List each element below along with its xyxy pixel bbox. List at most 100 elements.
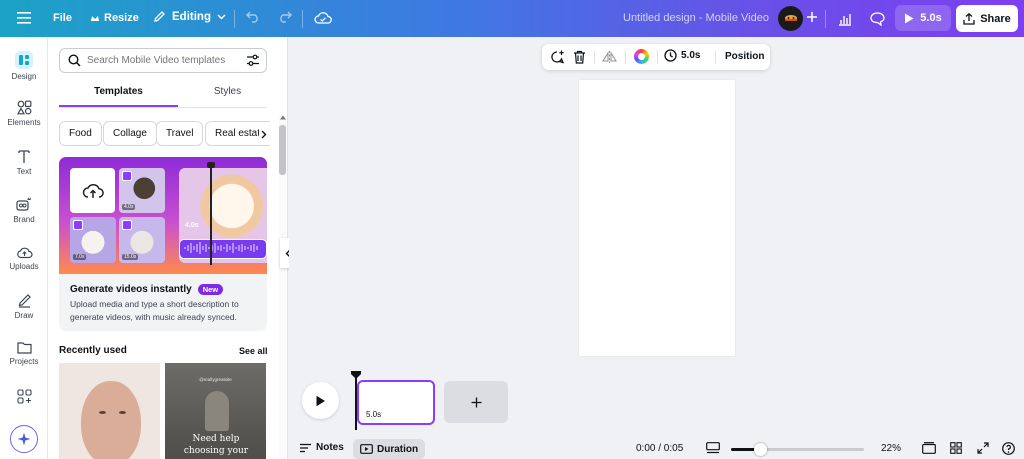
check-icon (122, 220, 132, 230)
tab-label: Styles (213, 86, 242, 97)
play-button[interactable]: 5.0s (895, 5, 951, 31)
divider (234, 10, 235, 28)
trash-icon[interactable] (573, 50, 586, 64)
cloud-saved-icon[interactable] (314, 11, 332, 24)
redo-icon[interactable] (278, 11, 292, 23)
editor-area: 5.0s Position 5.0s (289, 37, 1024, 459)
filter-sliders-icon[interactable] (246, 54, 260, 67)
timeline-page-clip[interactable]: 5.0s (357, 380, 435, 425)
chip-collage[interactable]: Collage (103, 121, 157, 146)
editing-mode-dropdown[interactable]: Editing (153, 10, 226, 23)
chevron-right-icon[interactable] (259, 127, 269, 141)
zoom-slider-thumb[interactable] (754, 443, 767, 456)
sparkle-icon (17, 432, 31, 446)
sidebar-item-design[interactable]: Design (0, 51, 48, 81)
duration-button[interactable]: 5.0s (664, 49, 700, 62)
color-picker-icon[interactable] (634, 49, 649, 64)
flip-icon[interactable] (602, 51, 617, 63)
share-button[interactable]: Share (956, 5, 1018, 32)
face-eye (99, 411, 106, 414)
dog-thumbnail: 7.0s (70, 217, 116, 263)
help-icon[interactable] (1002, 442, 1015, 455)
divider (715, 50, 716, 64)
sidebar-item-elements[interactable]: Elements (0, 100, 48, 127)
pages-icon[interactable] (922, 442, 936, 454)
play-icon (315, 395, 326, 407)
resize-button[interactable]: Resize (90, 12, 139, 24)
notes-button[interactable]: Notes (299, 442, 344, 453)
pencil-icon (153, 10, 166, 23)
position-button[interactable]: Position (725, 51, 764, 62)
draw-icon (17, 293, 32, 308)
duration-label: Duration (377, 443, 419, 455)
scroll-up-arrow-icon[interactable] (280, 115, 286, 120)
zoom-slider[interactable] (731, 443, 864, 456)
play-duration-label: 5.0s (920, 12, 942, 24)
clip-time-label: 4.0s (185, 222, 199, 229)
tab-styles[interactable]: Styles (168, 86, 287, 106)
recently-used-title: Recently used (59, 345, 127, 356)
file-menu-button[interactable]: File (53, 12, 72, 24)
playhead-marker-icon[interactable] (351, 371, 361, 379)
check-icon (122, 171, 132, 181)
search-bar[interactable] (59, 48, 267, 73)
duration-toggle-button[interactable]: Duration (353, 439, 426, 459)
sidebar-item-projects[interactable]: Projects (0, 341, 48, 366)
see-all-link[interactable]: See all (239, 346, 268, 356)
zoom-percentage[interactable]: 22% (881, 443, 901, 454)
divider (657, 50, 658, 64)
sidebar-item-apps[interactable] (0, 389, 48, 404)
elements-icon (16, 100, 32, 115)
grid-view-icon[interactable] (950, 442, 962, 454)
magic-ai-button[interactable] (10, 425, 38, 453)
sidebar-item-label: Projects (9, 357, 39, 366)
avatar[interactable] (778, 6, 803, 31)
chip-food[interactable]: Food (59, 121, 102, 146)
fullscreen-icon[interactable] (977, 442, 989, 454)
resize-label: Resize (104, 12, 139, 24)
playhead-knob (207, 162, 215, 168)
tab-templates[interactable]: Templates (59, 86, 178, 106)
thumb-time-label: 4.0s (122, 204, 136, 210)
sidebar-item-draw[interactable]: Draw (0, 293, 48, 320)
sidebar-item-label: Brand (13, 215, 35, 224)
search-input[interactable] (87, 55, 237, 66)
divider (594, 50, 595, 64)
color-picker-center (638, 53, 645, 60)
design-title[interactable]: Untitled design - Mobile Video (623, 12, 769, 24)
promo-image: 4.0s 7.0s 15.0s 4.0s (59, 157, 267, 274)
comment-icon[interactable] (867, 10, 887, 28)
recent-design-thumbnail[interactable] (59, 363, 160, 459)
panel-scrollbar-thumb[interactable] (279, 125, 286, 175)
page-view-icon[interactable] (706, 442, 720, 454)
promo-card[interactable]: 4.0s 7.0s 15.0s 4.0s Generate videos ins… (59, 157, 267, 331)
divider (302, 10, 303, 28)
sidebar-item-label: Elements (7, 118, 41, 127)
sidebar-item-label: Draw (14, 311, 34, 320)
recent-design-thumbnail[interactable]: @reallygreatsite Need help choosing your (165, 363, 266, 459)
sidebar-item-text[interactable]: Text (0, 149, 48, 176)
clip-duration-label: 5.0s (366, 410, 382, 419)
comment-add-icon[interactable] (550, 50, 565, 64)
timeline-play-button[interactable] (302, 382, 339, 419)
tab-label: Templates (94, 86, 143, 97)
thumb-time-label: 15.0s (122, 254, 139, 260)
chip-travel[interactable]: Travel (156, 121, 204, 146)
play-icon (904, 13, 914, 24)
panel-scrollbar-track[interactable] (279, 115, 286, 459)
chevron-down-icon (217, 13, 226, 20)
add-page-button[interactable] (444, 381, 508, 423)
clock-icon (664, 49, 677, 62)
sidebar-item-brand[interactable]: Brand (0, 196, 48, 224)
design-canvas[interactable] (579, 80, 735, 356)
sidebar-item-uploads[interactable]: Uploads (0, 245, 48, 271)
menu-icon[interactable] (17, 11, 31, 25)
divider (825, 10, 826, 28)
add-collaborator-icon[interactable] (806, 11, 818, 23)
insights-chart-icon[interactable] (835, 10, 855, 28)
undo-icon[interactable] (246, 11, 260, 23)
brand-icon (15, 196, 33, 212)
cloud-upload-icon (82, 182, 104, 199)
check-icon (73, 220, 83, 230)
apps-icon (16, 389, 32, 404)
